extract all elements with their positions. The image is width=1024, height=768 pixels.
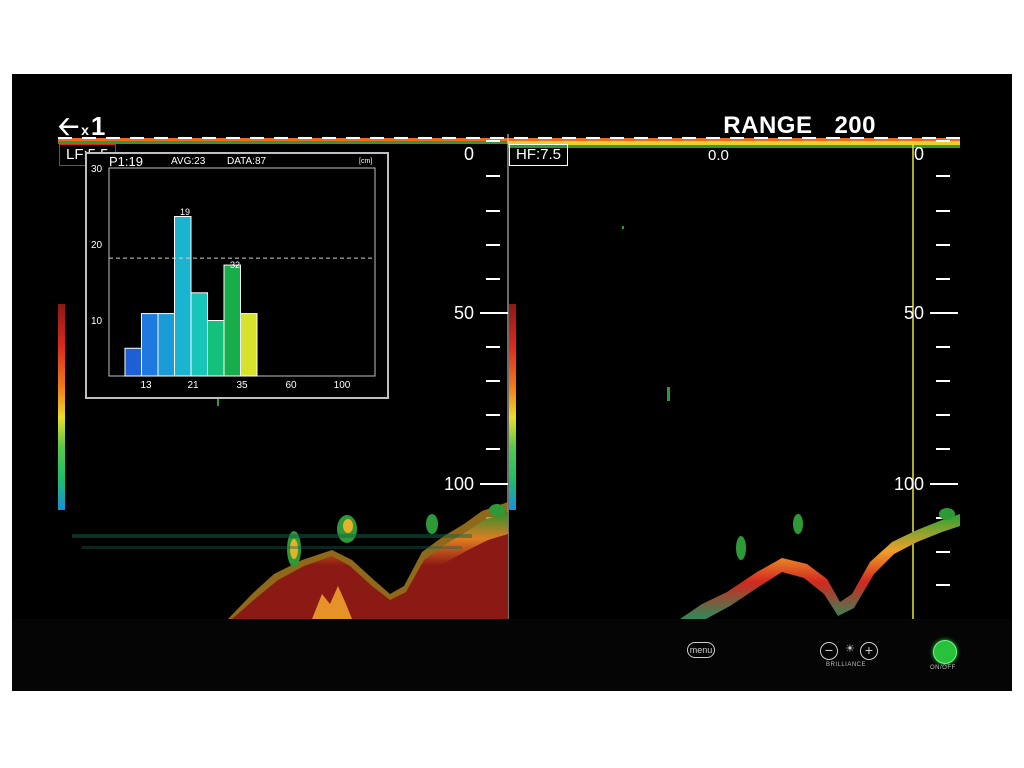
histogram-bar: [141, 313, 159, 377]
depth-label-right-100: 100: [893, 474, 924, 494]
meter-value: 0.0: [708, 147, 729, 164]
brilliance-label: BRILLIANCE: [826, 662, 867, 668]
seabed-echo-right: [622, 226, 960, 619]
histogram-xtick-100: 100: [333, 380, 351, 391]
range-display: RANGE 200: [723, 112, 876, 140]
histogram-xtick-60: 60: [285, 380, 297, 391]
depth-label-left-0: 0: [463, 144, 474, 164]
histogram-bar-label-32: 32: [229, 260, 240, 270]
histogram-plot: [108, 167, 376, 377]
brilliance-control: − ☀ + BRILLIANCE: [818, 640, 888, 674]
histogram-ytick-10: 10: [91, 316, 103, 327]
menu-button[interactable]: menu: [686, 642, 716, 662]
depth-label-right-0: 0: [913, 144, 924, 164]
brilliance-plus-button[interactable]: +: [860, 642, 878, 660]
histogram-bar: [240, 313, 258, 377]
histogram-bar: [207, 320, 225, 377]
zoom-prefix: x: [81, 122, 89, 138]
power-label: ON/OFF: [930, 665, 956, 671]
histogram-bar: [157, 313, 175, 377]
brilliance-minus-button[interactable]: −: [820, 642, 838, 660]
histogram-bar: [174, 216, 192, 377]
histogram-xtick-13: 13: [140, 380, 152, 391]
hf-frequency-label: HF:7.5: [509, 144, 569, 166]
histogram-bar: [223, 264, 241, 377]
depth-label-left-50: 50: [453, 303, 474, 323]
histogram-bar: [124, 347, 142, 377]
zoom-value: 1: [90, 111, 106, 141]
brightness-icon: ☀: [845, 643, 855, 655]
power-button[interactable]: [933, 640, 957, 664]
depth-label-left-100: 100: [443, 474, 474, 494]
histogram-xtick-21: 21: [187, 380, 199, 391]
fish-size-histogram[interactable]: P1:19 AVG:23 DATA:87 [cm] 30 20 10 13 21…: [85, 152, 389, 399]
color-scale-right: [509, 304, 516, 510]
depth-label-right-50: 50: [903, 303, 924, 323]
histogram-xtick-35: 35: [236, 380, 248, 391]
range-label: RANGE: [723, 112, 813, 139]
sonar-screen: 🡠 x 1 RANGE 200 LF:5.5 HF:7.5 0.0 0 50 1…: [12, 74, 1012, 619]
histogram-ytick-30: 30: [91, 164, 103, 175]
menu-label: menu: [687, 642, 715, 658]
histogram-bar: [190, 292, 208, 377]
histogram-bar-label-19: 19: [179, 207, 190, 217]
range-value: 200: [834, 112, 876, 139]
histogram-ytick-20: 20: [91, 240, 103, 251]
color-scale-left: [58, 304, 65, 510]
